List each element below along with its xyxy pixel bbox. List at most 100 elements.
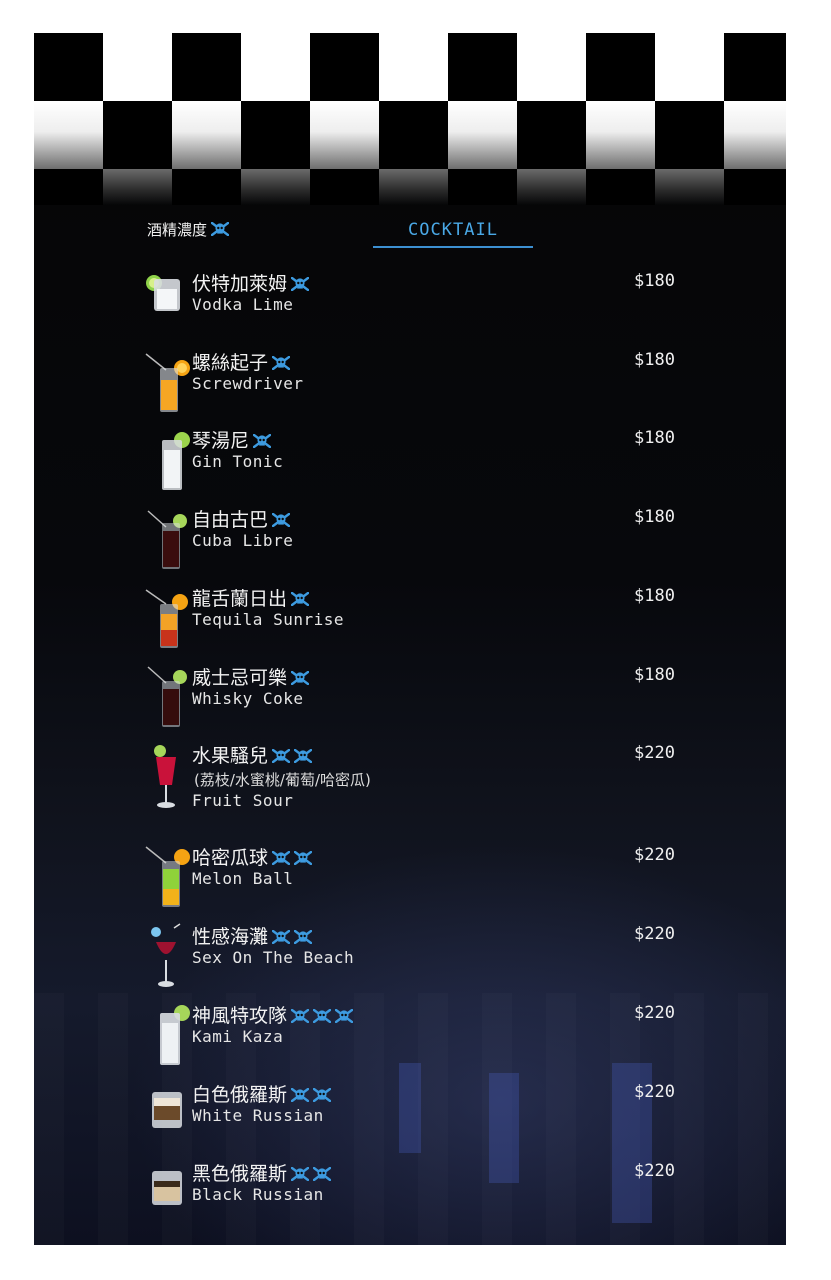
cocktail-glass-icon [144, 426, 190, 498]
item-price: $220 [634, 1082, 675, 1102]
item-price: $220 [634, 743, 675, 763]
checker-square [172, 169, 241, 205]
checker-square [655, 101, 724, 169]
checker-square [724, 101, 786, 169]
checker-square [724, 169, 786, 205]
checker-square [586, 169, 655, 205]
item-name-chinese: 性感海灘 [192, 922, 313, 949]
checker-square [34, 169, 103, 205]
menu-item: 自由古巴 Cuba Libre $180 [144, 505, 724, 581]
cocktail-glass-icon [144, 1159, 190, 1231]
cocktail-glass-icon [144, 922, 190, 994]
item-name-english: Melon Ball [192, 869, 294, 888]
checker-square [103, 33, 172, 101]
checker-square [448, 33, 517, 101]
menu-item: 螺絲起子 Screwdriver $180 [144, 348, 724, 424]
cocktail-glass-icon [144, 1080, 190, 1152]
skull-icon [272, 356, 291, 370]
menu-item: 琴湯尼 Gin Tonic $180 [144, 426, 724, 502]
skull-icon [291, 1167, 310, 1181]
item-name-chinese: 黑色俄羅斯 [192, 1159, 332, 1186]
checker-square [586, 101, 655, 169]
checker-square [448, 101, 517, 169]
item-price: $180 [634, 586, 675, 606]
menu-item: 威士忌可樂 Whisky Coke $180 [144, 663, 724, 739]
skull-icon [291, 592, 310, 606]
skull-icon [313, 1009, 332, 1023]
skull-icon [272, 513, 291, 527]
checker-square [103, 101, 172, 169]
alcohol-strength-legend: 酒精濃度 [147, 219, 230, 240]
item-name-chinese: 伏特加萊姆 [192, 269, 310, 296]
item-price: $180 [634, 665, 675, 685]
skull-icon [294, 930, 313, 944]
checker-square [241, 101, 310, 169]
item-flavor-note: (荔枝/水蜜桃/葡萄/哈密瓜) [194, 771, 371, 789]
skull-icon [294, 749, 313, 763]
item-price: $180 [634, 271, 675, 291]
item-name-chinese: 哈密瓜球 [192, 843, 313, 870]
item-name-chinese-text: 螺絲起子 [192, 352, 269, 374]
item-price: $220 [634, 1003, 675, 1023]
skull-icon [272, 851, 291, 865]
menu-item: 龍舌蘭日出 Tequila Sunrise $180 [144, 584, 724, 660]
checker-square [655, 169, 724, 205]
menu-item: 性感海灘 Sex On The Beach $220 [144, 922, 724, 998]
menu-item: 神風特攻隊 Kami Kaza $220 [144, 1001, 724, 1077]
item-name-english: Kami Kaza [192, 1027, 284, 1046]
item-name-english: Sex On The Beach [192, 948, 355, 967]
item-name-chinese-text: 哈密瓜球 [192, 847, 269, 869]
checker-square [448, 169, 517, 205]
skull-icon [335, 1009, 354, 1023]
checker-square [34, 101, 103, 169]
item-name-chinese-text: 黑色俄羅斯 [192, 1163, 288, 1185]
skull-icon [272, 749, 291, 763]
skull-icon [211, 222, 230, 236]
skull-icon [313, 1167, 332, 1181]
item-name-english: Fruit Sour [192, 791, 294, 810]
checker-square [379, 33, 448, 101]
item-name-chinese-text: 自由古巴 [192, 509, 269, 531]
item-name-chinese-text: 水果騷兒 [192, 745, 269, 767]
item-name-chinese: 白色俄羅斯 [192, 1080, 332, 1107]
checker-square [724, 33, 786, 101]
checker-square [310, 101, 379, 169]
cocktail-glass-icon [144, 584, 190, 656]
item-name-chinese-text: 神風特攻隊 [192, 1005, 288, 1027]
checker-square [103, 169, 172, 205]
item-name-english: Cuba Libre [192, 531, 294, 550]
alcohol-strength-label: 酒精濃度 [147, 221, 208, 239]
skull-icon [272, 930, 291, 944]
item-price: $180 [634, 428, 675, 448]
cocktail-glass-icon [144, 269, 190, 341]
item-name-chinese: 水果騷兒 [192, 741, 313, 768]
item-price: $180 [634, 350, 675, 370]
menu-item: 黑色俄羅斯 Black Russian $220 [144, 1159, 724, 1235]
item-name-chinese: 螺絲起子 [192, 348, 291, 375]
skull-icon [291, 1009, 310, 1023]
item-name-chinese: 龍舌蘭日出 [192, 584, 310, 611]
item-name-chinese-text: 琴湯尼 [192, 430, 250, 452]
skull-icon [291, 671, 310, 685]
cocktail-glass-icon [144, 1001, 190, 1073]
item-price: $180 [634, 507, 675, 527]
checker-square [310, 33, 379, 101]
cocktail-glass-icon [144, 348, 190, 420]
item-price: $220 [634, 1161, 675, 1181]
checkered-header-banner [34, 33, 786, 208]
menu-item: 水果騷兒 (荔枝/水蜜桃/葡萄/哈密瓜) Fruit Sour $220 [144, 741, 724, 817]
checker-square [655, 33, 724, 101]
checker-square [379, 169, 448, 205]
checker-square [379, 101, 448, 169]
item-name-chinese-text: 威士忌可樂 [192, 667, 288, 689]
item-name-chinese: 自由古巴 [192, 505, 291, 532]
skull-icon [253, 434, 272, 448]
menu-item: 白色俄羅斯 White Russian $220 [144, 1080, 724, 1156]
item-name-chinese-text: 白色俄羅斯 [192, 1084, 288, 1106]
skull-icon [294, 851, 313, 865]
cocktail-glass-icon [144, 505, 190, 577]
item-name-english: White Russian [192, 1106, 324, 1125]
cocktail-glass-icon [144, 843, 190, 915]
item-name-chinese: 琴湯尼 [192, 426, 272, 453]
item-name-chinese-text: 伏特加萊姆 [192, 273, 288, 295]
